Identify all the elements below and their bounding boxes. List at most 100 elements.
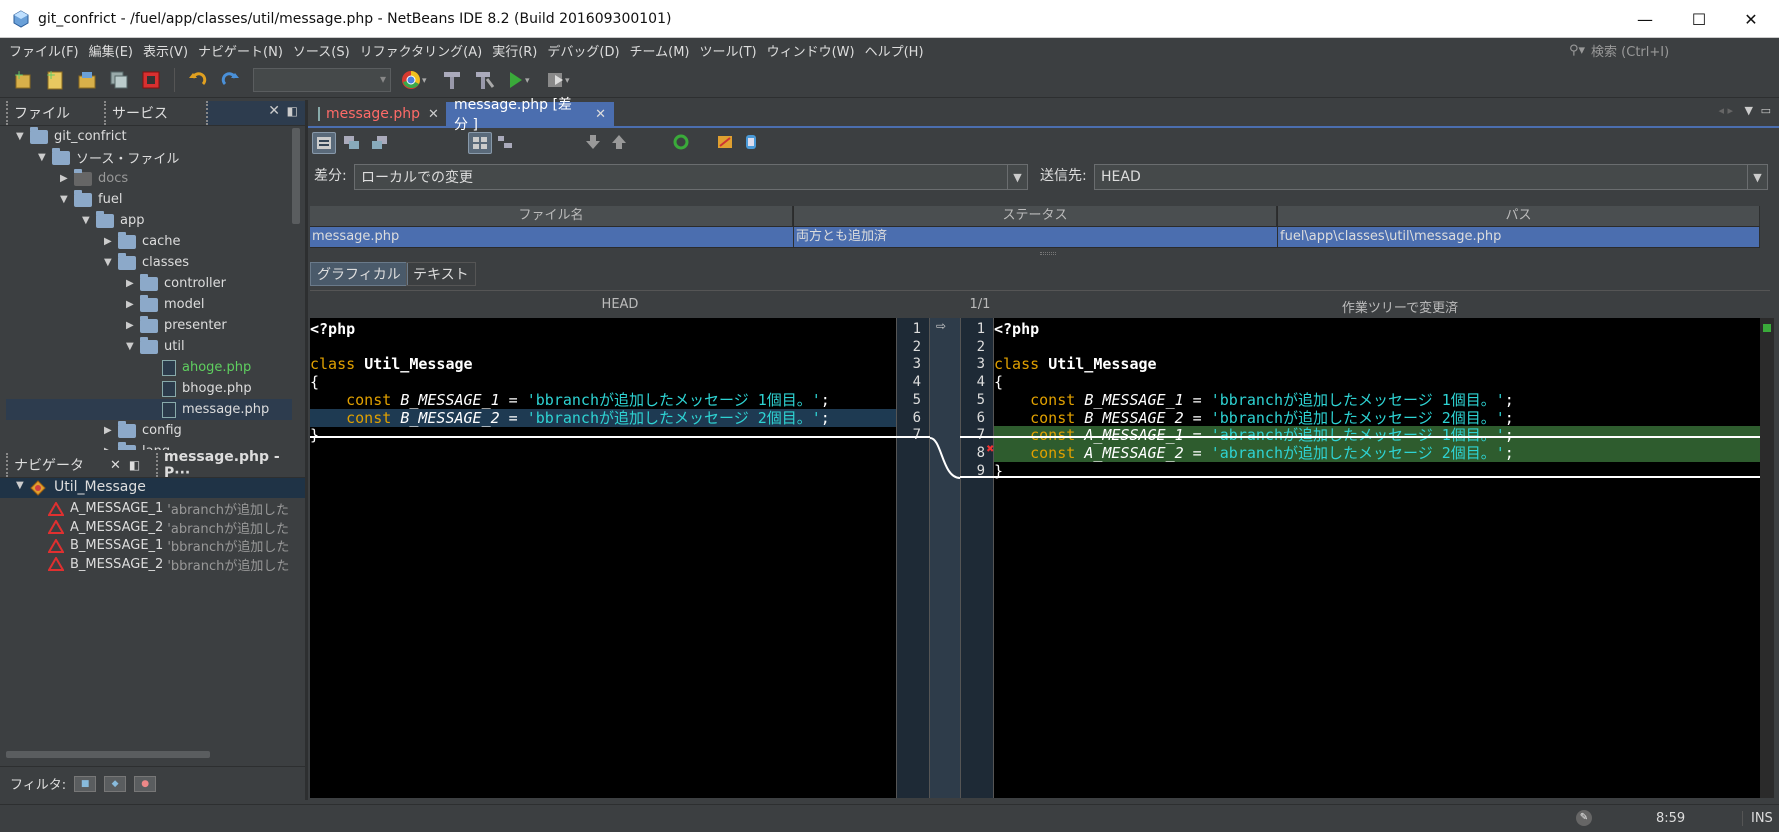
menu-item-0[interactable]: ファイル(F) [4, 41, 84, 60]
tree-scrollbar[interactable] [292, 128, 300, 224]
tab-text[interactable]: テキスト [406, 262, 476, 286]
tree-node[interactable]: message.php [6, 399, 292, 420]
code-line[interactable]: const B_MESSAGE_2 = 'bbranchが追加したメッセージ 2… [310, 408, 896, 427]
next-difference-icon[interactable] [582, 132, 606, 154]
minimize-panel-icon[interactable]: ◧ [129, 458, 140, 472]
column-header-path[interactable]: パス [1278, 206, 1760, 226]
tab-message-php[interactable]: message.php ✕ [310, 102, 444, 126]
build-icon[interactable] [439, 67, 465, 93]
maximize-button[interactable]: ☐ [1673, 0, 1725, 38]
tree-node[interactable]: ▶ docs [60, 168, 128, 189]
minimize-button[interactable]: — [1619, 0, 1671, 38]
tree-node[interactable]: ▶ cache [104, 231, 181, 252]
code-line[interactable]: { [994, 373, 1760, 391]
filter-inherited-icon[interactable]: ◆ [104, 775, 127, 792]
menu-item-4[interactable]: ソース(S) [288, 41, 355, 60]
redo-icon[interactable] [217, 67, 243, 93]
menu-item-8[interactable]: チーム(M) [625, 41, 695, 60]
clean-build-icon[interactable] [471, 67, 497, 93]
menu-item-3[interactable]: ナビゲート(N) [193, 41, 288, 60]
scroll-tabs-icon[interactable]: ◂ ▸ [1718, 104, 1733, 117]
code-line[interactable]: <?php [310, 320, 896, 338]
panel-divider[interactable] [305, 100, 308, 800]
tab-navigator[interactable]: ナビゲータ ✕ ◧ [6, 453, 154, 477]
menu-item-2[interactable]: 表示(V) [138, 41, 193, 60]
show-remote-changes-icon[interactable] [368, 132, 392, 154]
filter-static-icon[interactable]: ● [134, 775, 157, 792]
new-project-icon[interactable]: + [10, 67, 36, 93]
tree-node[interactable]: ▼ util [126, 336, 185, 357]
tree-node[interactable]: ▶ presenter [126, 315, 227, 336]
code-line[interactable] [310, 338, 896, 356]
search-input[interactable]: 検索 (Ctrl+I) [1591, 41, 1669, 60]
run-icon[interactable]: ▾ [503, 67, 537, 93]
code-line[interactable]: class Util_Message [994, 355, 1760, 373]
expand-arrow-icon[interactable]: ▼ [16, 480, 24, 491]
code-line[interactable]: const B_MESSAGE_2 = 'bbranchが追加したメッセージ 2… [994, 409, 1760, 427]
column-header-filename[interactable]: ファイル名 [310, 206, 793, 226]
undo-icon[interactable] [185, 67, 211, 93]
show-opened-docs-icon[interactable]: ▼ [1745, 104, 1753, 117]
expanded-arrow-icon[interactable]: ▼ [104, 257, 118, 268]
commit-icon[interactable] [740, 132, 764, 154]
diff-right-pane[interactable]: <?php class Util_Message{ const B_MESSAGE… [994, 318, 1760, 798]
new-file-icon[interactable]: + [42, 67, 68, 93]
menu-item-9[interactable]: ツール(T) [695, 41, 762, 60]
debug-icon[interactable]: ▾ [543, 67, 577, 93]
collapsed-arrow-icon[interactable]: ▶ [126, 299, 140, 310]
save-all-icon[interactable] [106, 67, 132, 93]
tree-node[interactable]: ▶lang [104, 441, 170, 450]
list-view-icon[interactable] [494, 132, 518, 154]
diff-source-combo[interactable]: ローカルでの変更 ▼ [354, 164, 1028, 190]
tree-node[interactable]: ▼ fuel [60, 189, 122, 210]
tree-node[interactable]: ahoge.php [148, 357, 251, 378]
code-line[interactable]: const B_MESSAGE_1 = 'bbranchが追加したメッセージ 1… [310, 391, 896, 409]
expanded-arrow-icon[interactable]: ▼ [126, 341, 140, 352]
tab-services[interactable]: サービス [104, 101, 204, 125]
table-cell-status[interactable]: 両方とも追加済 [794, 227, 1278, 247]
close-icon[interactable]: ✕ [595, 107, 606, 122]
tree-node[interactable]: ▶ config [104, 420, 182, 441]
collapsed-arrow-icon[interactable]: ▶ [104, 236, 118, 247]
open-project-icon[interactable] [74, 67, 100, 93]
close-icon[interactable]: ✕ [110, 458, 121, 473]
navigator-root-row[interactable]: ▼ Util_Message [0, 478, 306, 498]
tree-view-icon[interactable] [468, 132, 492, 154]
maximize-window-icon[interactable]: ▭ [1761, 104, 1771, 117]
navigator-item[interactable]: B_MESSAGE_2'bbranchが追加した [48, 554, 289, 575]
menu-item-1[interactable]: 編集(E) [84, 41, 138, 60]
notifications-icon[interactable]: ✎ [1576, 810, 1592, 826]
table-cell-path[interactable]: fuel\app\classes\util\message.php [1278, 227, 1760, 247]
replace-arrow-icon[interactable]: ⇨ [936, 319, 946, 333]
collapsed-arrow-icon[interactable]: ▶ [60, 173, 74, 184]
show-local-changes-icon[interactable] [340, 132, 364, 154]
tree-node[interactable]: ▼ ソース・ファイル [38, 147, 179, 168]
collapsed-arrow-icon[interactable]: ▶ [126, 278, 140, 289]
expanded-arrow-icon[interactable]: ▼ [82, 215, 96, 226]
refresh-diff-icon[interactable] [670, 132, 694, 154]
collapsed-arrow-icon[interactable]: ▶ [104, 446, 118, 450]
stop-icon[interactable] [138, 67, 164, 93]
tree-node[interactable]: ▼ app [82, 210, 144, 231]
menu-item-5[interactable]: リファクタリング(A) [355, 41, 488, 60]
configuration-combo[interactable] [253, 67, 391, 92]
tree-node[interactable]: ▼ classes [104, 252, 189, 273]
minimize-panel-icon[interactable]: ◧ [287, 104, 298, 118]
browser-icon[interactable]: ▾ [397, 67, 433, 93]
code-line[interactable]: <?php [994, 320, 1760, 338]
filter-fields-icon[interactable]: ■ [74, 775, 97, 792]
diff-left-pane[interactable]: <?php class Util_Message{ const B_MESSAGE… [310, 318, 896, 798]
tab-navigator-file[interactable]: message.php - P··· [156, 449, 304, 481]
tab-files[interactable]: ファイル [6, 101, 102, 125]
code-line[interactable]: const A_MESSAGE_2 = 'abranchが追加したメッセージ 2… [994, 443, 1760, 462]
menu-item-7[interactable]: デバッグ(D) [542, 41, 624, 60]
tree-node[interactable]: ▶ controller [126, 273, 226, 294]
expanded-arrow-icon[interactable]: ▼ [38, 152, 52, 163]
collapsed-arrow-icon[interactable]: ▶ [126, 320, 140, 331]
export-diff-icon[interactable] [714, 132, 738, 154]
column-header-status[interactable]: ステータス [794, 206, 1277, 226]
menu-item-10[interactable]: ウィンドウ(W) [762, 41, 860, 60]
expanded-arrow-icon[interactable]: ▼ [60, 194, 74, 205]
change-marker[interactable] [1763, 324, 1771, 332]
tree-node[interactable]: bhoge.php [148, 378, 252, 399]
